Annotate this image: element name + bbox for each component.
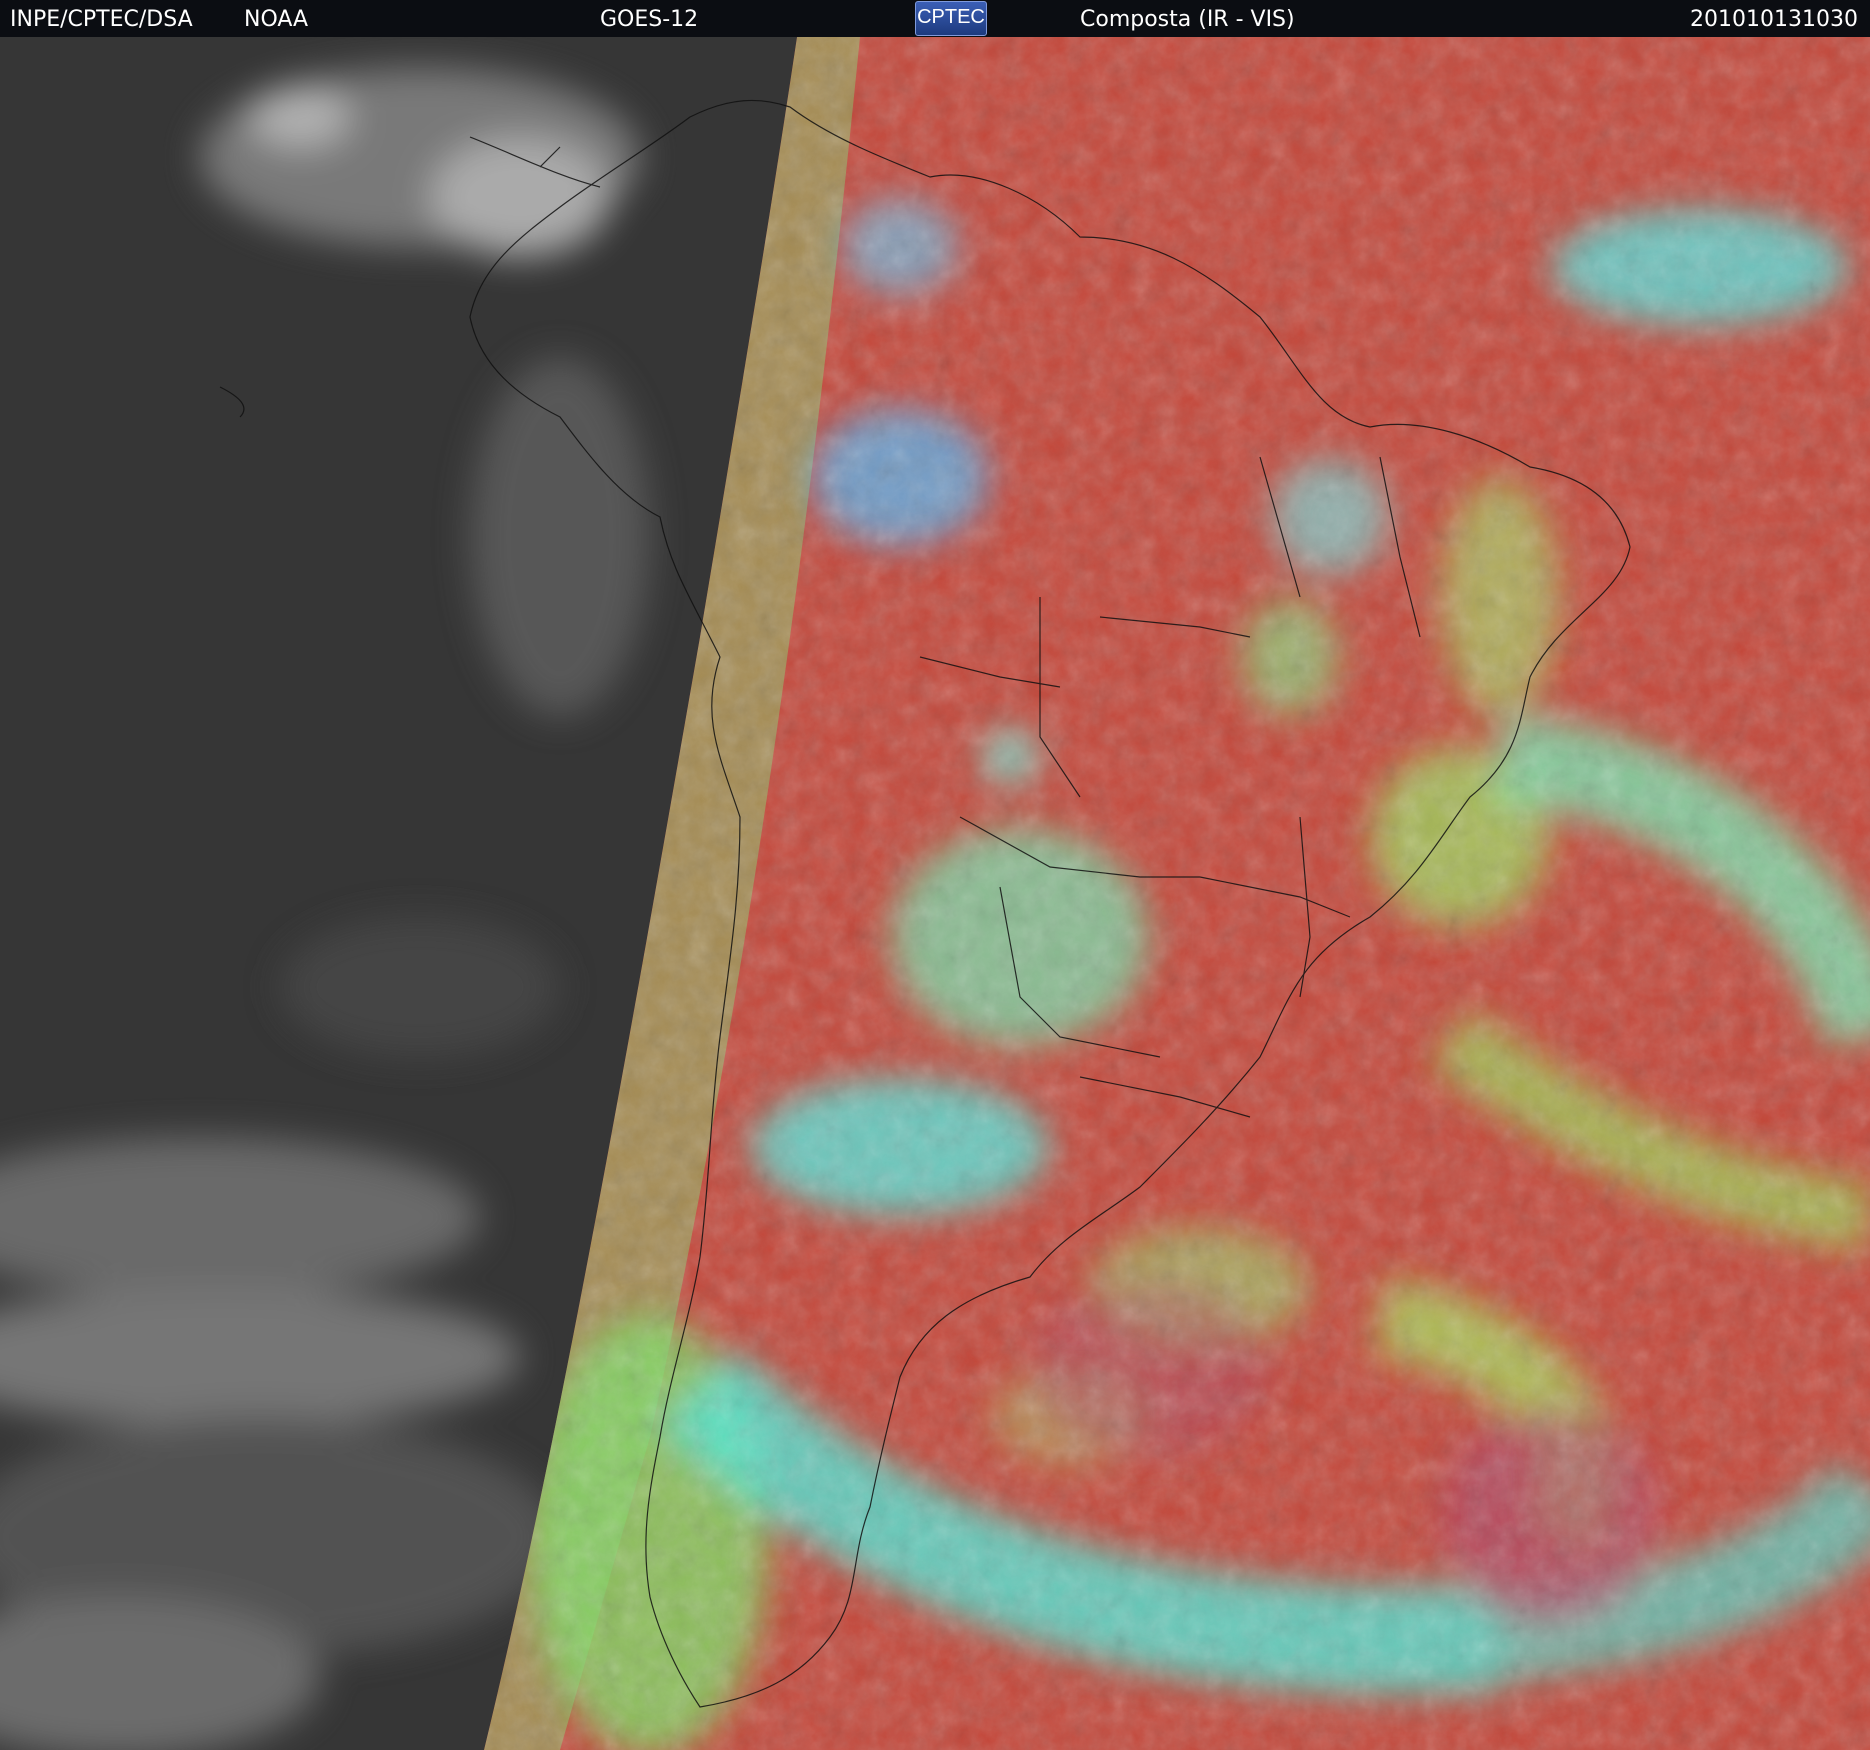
agency-label: NOAA — [244, 7, 309, 32]
cptec-logo: CPTEC — [915, 1, 987, 36]
product-label: Composta (IR - VIS) — [1080, 7, 1295, 32]
satellite-label: GOES-12 — [600, 7, 699, 32]
image-header: INPE/CPTEC/DSA NOAA GOES-12 CPTEC Compos… — [0, 0, 1870, 37]
source-label: INPE/CPTEC/DSA — [10, 7, 193, 32]
timestamp-label: 201010131030 — [1690, 7, 1858, 32]
satellite-image — [0, 37, 1870, 1750]
